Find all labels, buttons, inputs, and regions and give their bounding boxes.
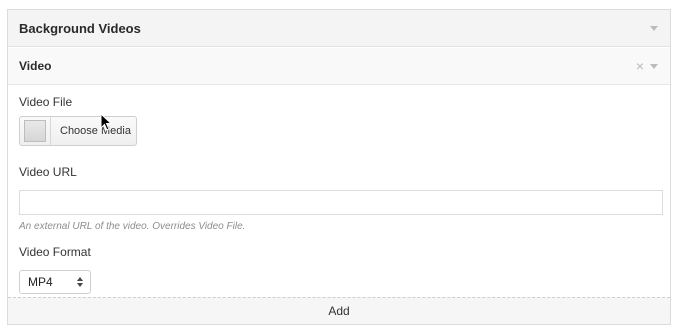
mouse-cursor-icon (100, 113, 113, 131)
choose-media-label: Choose Media (60, 125, 131, 137)
video-file-label: Video File (19, 95, 73, 109)
panel-header[interactable]: Background Videos (8, 10, 670, 47)
close-icon[interactable]: × (636, 59, 644, 73)
video-format-label: Video Format (19, 245, 91, 259)
select-value: MP4 (28, 275, 53, 289)
item-header[interactable]: Video × (8, 48, 670, 85)
media-thumbnail-icon (24, 120, 46, 142)
video-url-input[interactable] (19, 190, 663, 215)
item-title: Video (19, 59, 52, 73)
add-button[interactable]: Add (8, 297, 670, 324)
choose-media-button[interactable]: Choose Media (19, 116, 137, 146)
button-divider (50, 117, 51, 145)
add-label: Add (328, 304, 350, 318)
chevron-down-icon[interactable] (650, 63, 658, 69)
video-url-label: Video URL (19, 165, 77, 179)
panel-title: Background Videos (19, 20, 141, 36)
updown-arrows-icon (77, 277, 83, 287)
background-videos-panel: Background Videos Video × Video File Cho… (7, 9, 671, 325)
chevron-down-icon[interactable] (650, 25, 658, 31)
video-url-help: An external URL of the video. Overrides … (19, 221, 246, 232)
video-format-select[interactable]: MP4 (19, 270, 91, 294)
item-actions: × (636, 59, 660, 73)
video-item: Video × Video File Choose Media Video UR… (8, 48, 670, 298)
